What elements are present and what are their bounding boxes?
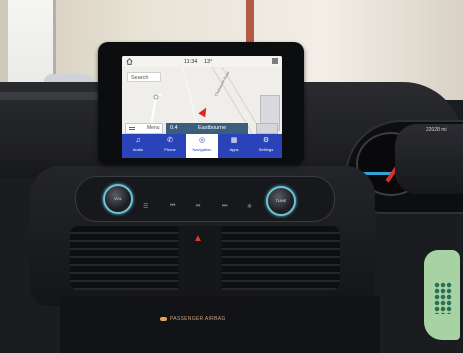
destination-distance: 0.4: [170, 125, 178, 131]
apps-icon: ▦: [230, 137, 238, 144]
nav-item-label: Audio: [132, 147, 144, 152]
route-options-button[interactable]: [256, 123, 278, 134]
tune-knob[interactable]: TUNE: [266, 186, 296, 216]
nav-item-label: Navigation: [192, 147, 212, 152]
wall-pillar: [246, 0, 254, 48]
climate-control-icon[interactable]: ❄: [247, 203, 252, 210]
tune-knob-label: TUNE: [275, 198, 287, 203]
hazard-warning-icon[interactable]: ▲: [193, 233, 203, 244]
clock: 11:34: [184, 58, 198, 65]
bottom-navigation-bar: ♫ Audio ✆ Phone ◎ Navigation ▦ Apps ⚙ Se…: [122, 134, 282, 158]
phone-icon: ✆: [167, 137, 173, 144]
settings-icon: ⚙: [262, 137, 270, 144]
plush-toy-pattern: [434, 282, 452, 314]
nav-item-audio[interactable]: ♫ Audio: [122, 134, 154, 158]
nav-item-label: Settings: [258, 147, 274, 152]
next-track-icon[interactable]: ⏭: [222, 203, 227, 210]
car-interior-scene: 22028 mi VOL TUNE ☰ ⏮ ⏯ ⏭ ❄ ▲ PASSENGER …: [0, 0, 463, 353]
steering-wheel: [395, 124, 463, 194]
airbag-label: PASSENGER AIRBAG: [170, 316, 226, 322]
menu-button-label: Menu: [147, 125, 160, 131]
lower-console: [60, 296, 380, 353]
previous-track-icon[interactable]: ⏮: [170, 203, 175, 210]
nav-item-navigation[interactable]: ◎ Navigation: [186, 134, 218, 158]
app-grid-icon[interactable]: [272, 58, 278, 64]
nav-item-apps[interactable]: ▦ Apps: [218, 134, 250, 158]
nav-item-settings[interactable]: ⚙ Settings: [250, 134, 282, 158]
passenger-airbag-indicator: PASSENGER AIRBAG: [160, 316, 226, 322]
play-pause-icon[interactable]: ⏯: [196, 203, 201, 210]
nav-item-phone[interactable]: ✆ Phone: [154, 134, 186, 158]
destination-bar[interactable]: 0.4 Eastbourne: [166, 123, 248, 134]
home-icon[interactable]: [126, 58, 133, 65]
music-note-icon: ♫: [135, 137, 141, 144]
settings-control-icon[interactable]: ☰: [143, 203, 148, 210]
nav-item-label: Phone: [164, 147, 176, 152]
destination-name: Eastbourne: [198, 125, 227, 131]
search-button[interactable]: Search: [127, 72, 161, 82]
compass-icon: ◎: [198, 137, 206, 144]
odometer-readout: 22028 mi: [426, 127, 447, 133]
menu-icon: [129, 126, 135, 131]
airbag-icon: [160, 316, 167, 321]
menu-button[interactable]: Menu: [125, 123, 163, 134]
outside-temperature: 13°: [204, 58, 213, 65]
nav-item-label: Apps: [229, 147, 239, 152]
volume-knob-label: VOL: [113, 196, 122, 201]
volume-knob[interactable]: VOL: [103, 184, 133, 214]
infotainment-screen: 11:34 13° Search Chatsworth Road Menu 0.…: [122, 56, 282, 158]
